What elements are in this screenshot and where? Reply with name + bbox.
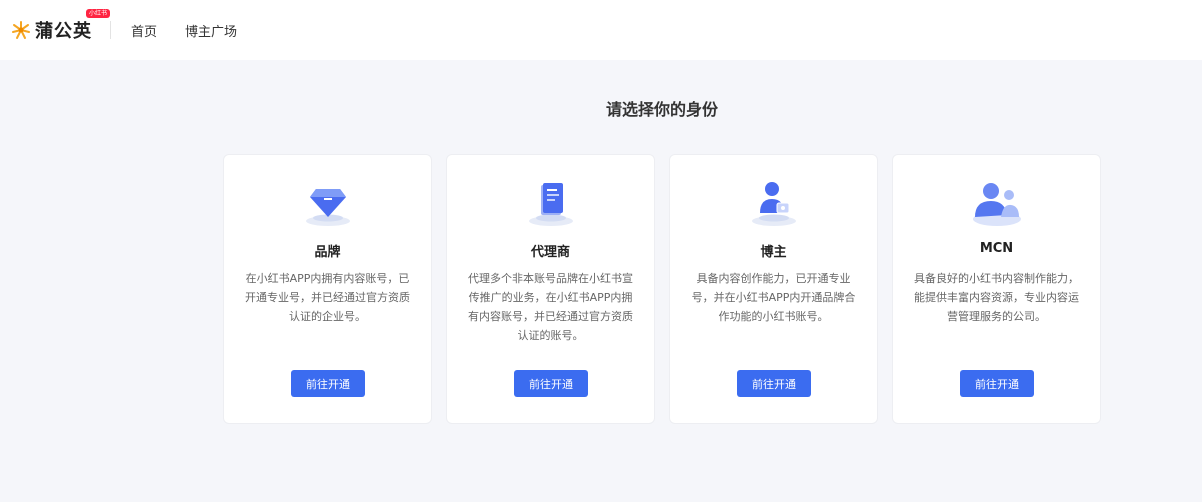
logo-badge: 小红书 (86, 9, 111, 18)
page-title: 请选择你的身份 (605, 100, 718, 119)
open-mcn-button[interactable]: 前往开通 (960, 370, 1034, 397)
open-brand-button[interactable]: 前往开通 (291, 370, 365, 397)
logo[interactable]: 蒲公英 小红书 (10, 9, 111, 43)
card-title: 代理商 (530, 245, 570, 260)
identity-card-brand: 品牌 在小红书APP内拥有内容账号，已开通专业号，并已经通过官方资质认证的企业号… (223, 154, 432, 424)
top-header: 蒲公英 小红书 首页 博主广场 (0, 0, 1202, 60)
card-description: 在小红书APP内拥有内容账号，已开通专业号，并已经通过官方资质认证的企业号。 (245, 272, 410, 323)
card-title: 博主 (760, 245, 787, 260)
identity-card-mcn: MCN 具备良好的小红书内容制作能力，能提供丰富内容资源，专业内容运营管理服务的… (892, 154, 1101, 424)
header-divider (110, 21, 111, 39)
logo-text: 蒲公英 (35, 21, 92, 42)
card-title: 品牌 (314, 245, 341, 260)
card-description: 具备内容创作能力，已开通专业号，并在小红书APP内开通品牌合作功能的小红书账号。 (691, 272, 856, 323)
card-description: 具备良好的小红书内容制作能力，能提供丰富内容资源，专业内容运营管理服务的公司。 (914, 272, 1079, 323)
card-title: MCN (979, 241, 1014, 256)
open-agency-button[interactable]: 前往开通 (514, 370, 588, 397)
identity-card-list: 品牌 在小红书APP内拥有内容账号，已开通专业号，并已经通过官方资质认证的企业号… (223, 154, 1115, 424)
document-icon (528, 183, 573, 226)
group-icon (972, 183, 1021, 226)
open-creator-button[interactable]: 前往开通 (737, 370, 811, 397)
card-description: 代理多个非本账号品牌在小红书宣传推广的业务，在小红书APP内拥有内容账号，并已经… (468, 272, 633, 342)
user-badge-icon (751, 182, 796, 226)
diamond-icon (305, 189, 350, 226)
dandelion-logo-icon (12, 21, 30, 39)
identity-card-agency: 代理商 代理多个非本账号品牌在小红书宣传推广的业务，在小红书APP内拥有内容账号… (446, 154, 655, 424)
nav-item-creator-square[interactable]: 博主广场 (185, 21, 237, 40)
nav-item-home[interactable]: 首页 (131, 21, 157, 40)
identity-card-creator: 博主 具备内容创作能力，已开通专业号，并在小红书APP内开通品牌合作功能的小红书… (669, 154, 878, 424)
